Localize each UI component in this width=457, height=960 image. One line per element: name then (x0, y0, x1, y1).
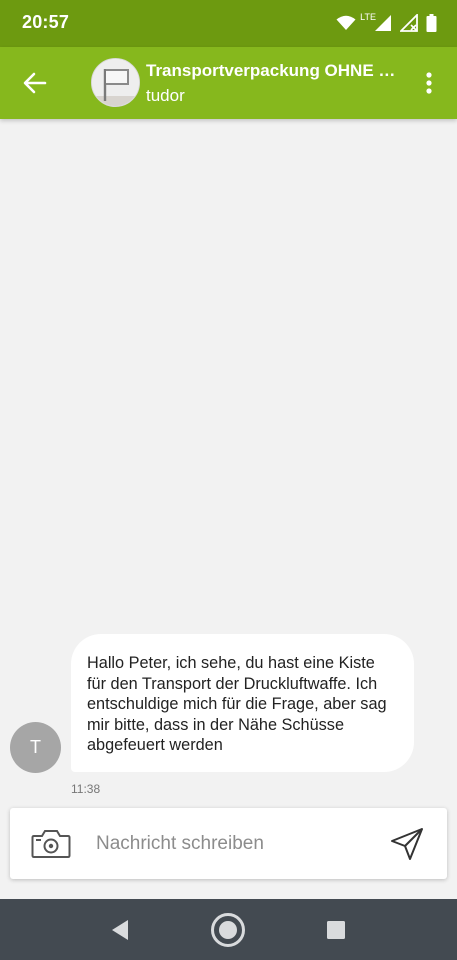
message-time: 11:38 (71, 782, 101, 796)
battery-icon (426, 14, 437, 32)
flag-icon (92, 59, 139, 106)
message-composer (10, 808, 447, 879)
nav-recents-button[interactable] (318, 899, 354, 960)
back-nav-icon (112, 919, 128, 940)
message-bubble: Hallo Peter, ich sehe, du hast eine Kist… (71, 634, 414, 772)
send-icon (391, 828, 423, 860)
more-vertical-icon (426, 72, 432, 94)
nav-home-button[interactable] (208, 899, 248, 960)
send-button[interactable] (389, 826, 425, 862)
status-icons: LTE (336, 12, 437, 34)
chat-title: Transportverpackung OHNE G... (146, 61, 401, 80)
home-nav-icon (211, 912, 245, 947)
lte-label: LTE (360, 12, 376, 22)
overflow-menu-button[interactable] (417, 69, 441, 97)
signal-no-data-icon (400, 14, 418, 32)
navigation-bar (0, 899, 457, 960)
nav-back-button[interactable] (100, 899, 140, 960)
recents-nav-icon (327, 920, 345, 939)
arrow-back-icon (23, 72, 47, 94)
camera-icon (31, 830, 71, 858)
back-button[interactable] (18, 67, 52, 99)
message-input[interactable] (96, 822, 366, 866)
status-bar: 20:57 LTE (0, 0, 457, 47)
app-bar: Transportverpackung OHNE G... tudor (0, 47, 457, 119)
chat-subtitle: tudor (146, 86, 185, 105)
status-time: 20:57 (22, 12, 70, 32)
camera-button[interactable] (30, 827, 72, 861)
wifi-icon (336, 15, 356, 30)
signal-icon (375, 15, 391, 31)
listing-thumbnail[interactable] (91, 58, 140, 107)
sender-avatar: T (10, 722, 61, 773)
